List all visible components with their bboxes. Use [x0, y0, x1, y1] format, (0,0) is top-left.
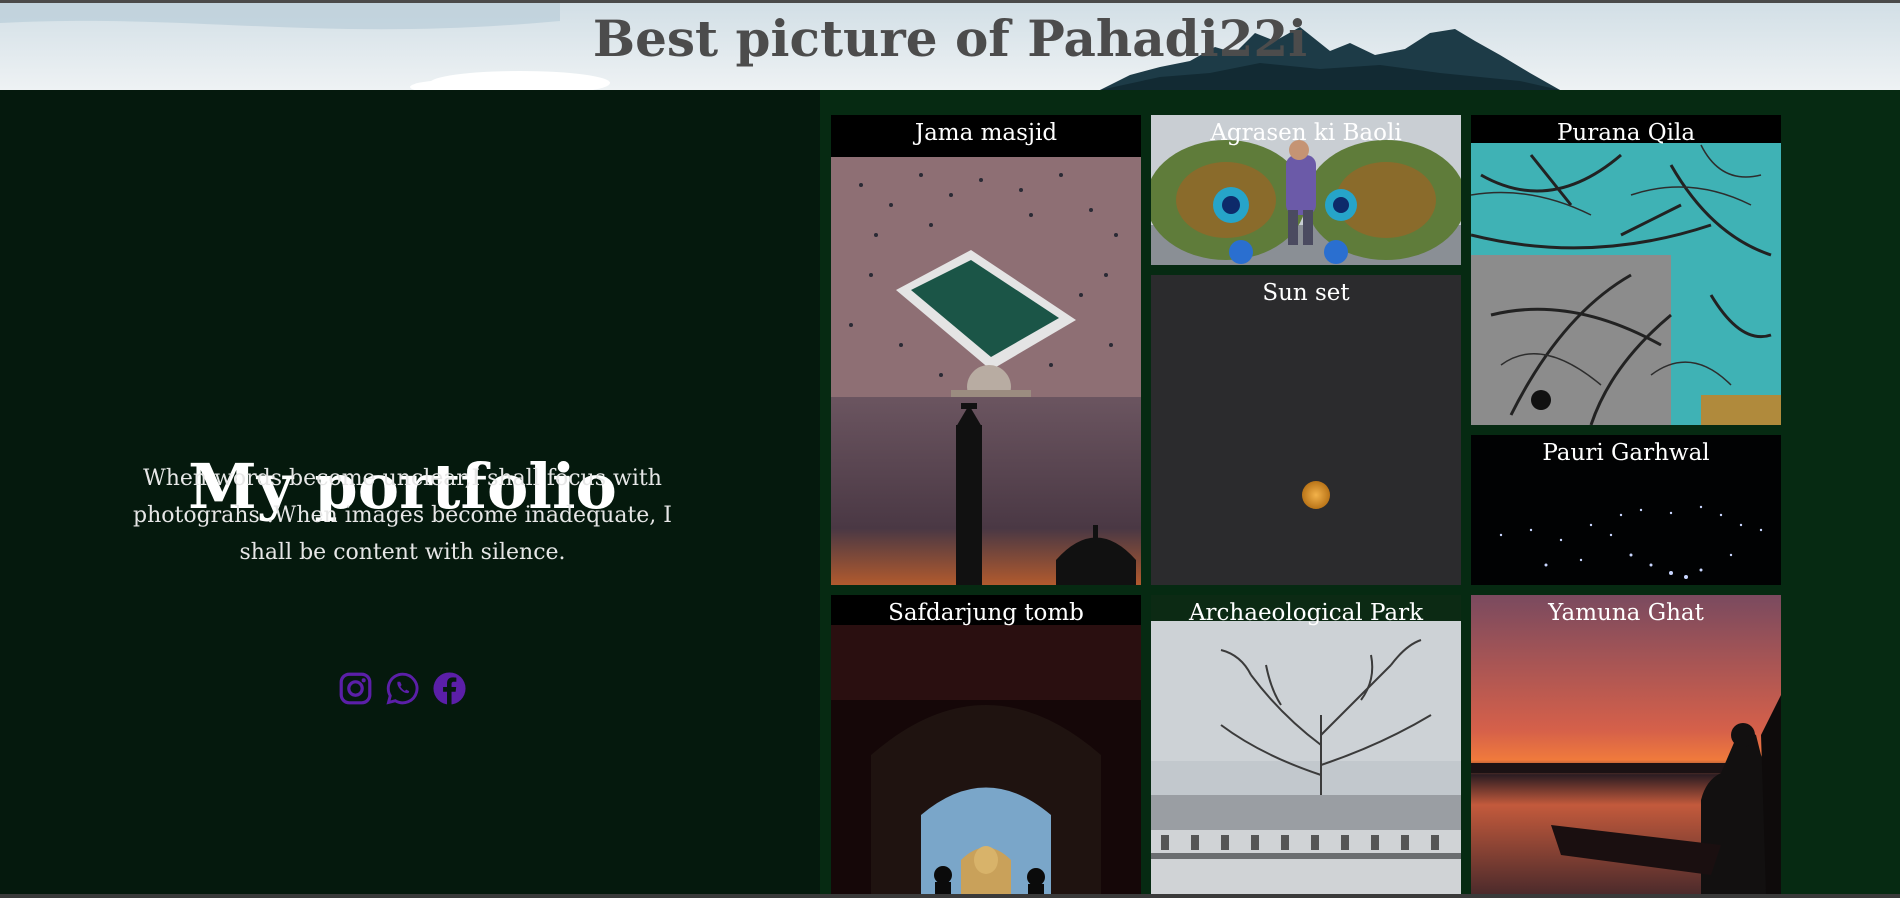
gallery-item-pauri-garhwal[interactable]: Pauri Garhwal: [1471, 435, 1781, 585]
bottom-border: [0, 894, 1900, 898]
sun-set-photo: [1151, 275, 1461, 585]
gallery-item-archaeological-park[interactable]: Archaeological Park: [1151, 595, 1461, 895]
gallery-item-safdarjung-tomb[interactable]: Safdarjung tomb: [831, 595, 1141, 895]
facebook-icon[interactable]: [432, 671, 467, 706]
safdarjung-tomb-photo: [831, 595, 1141, 895]
whatsapp-icon[interactable]: [385, 671, 420, 706]
purana-qila-photo: [1471, 115, 1781, 425]
instagram-icon[interactable]: [338, 671, 373, 706]
jama-masjid-photo: [831, 115, 1141, 585]
portfolio-tagline: When words become unclear,I shall focus …: [133, 466, 672, 565]
caption-purana-qila: Purana Qila: [1556, 120, 1696, 146]
gallery-item-purana-qila[interactable]: Purana Qila: [1471, 115, 1781, 425]
header-banner: Best picture of Pahadi22i: [0, 3, 1900, 90]
archaeological-park-photo: [1151, 621, 1461, 895]
caption-agrasen-ki-baoli: Agrasen ki Baoli: [1210, 120, 1402, 146]
gallery-item-agrasen-ki-baoli[interactable]: Agrasen ki Baoli: [1151, 115, 1461, 265]
yamuna-ghat-photo: [1471, 595, 1781, 895]
caption-jama-masjid: Jama masjid: [914, 120, 1058, 146]
caption-archaeological-park: Archaeological Park: [1188, 600, 1424, 626]
caption-safdarjung-tomb: Safdarjung tomb: [888, 600, 1084, 626]
gallery-item-jama-masjid[interactable]: Jama masjid: [831, 115, 1141, 585]
gallery-item-yamuna-ghat[interactable]: Yamuna Ghat: [1471, 595, 1781, 895]
caption-pauri-garhwal: Pauri Garhwal: [1542, 440, 1710, 466]
caption-yamuna-ghat: Yamuna Ghat: [1548, 600, 1704, 626]
caption-sun-set: Sun set: [1262, 280, 1350, 306]
social-links: [338, 671, 467, 711]
gallery-item-sun-set[interactable]: Sun set: [1151, 275, 1461, 585]
page-title: Best picture of Pahadi22i: [592, 9, 1308, 68]
